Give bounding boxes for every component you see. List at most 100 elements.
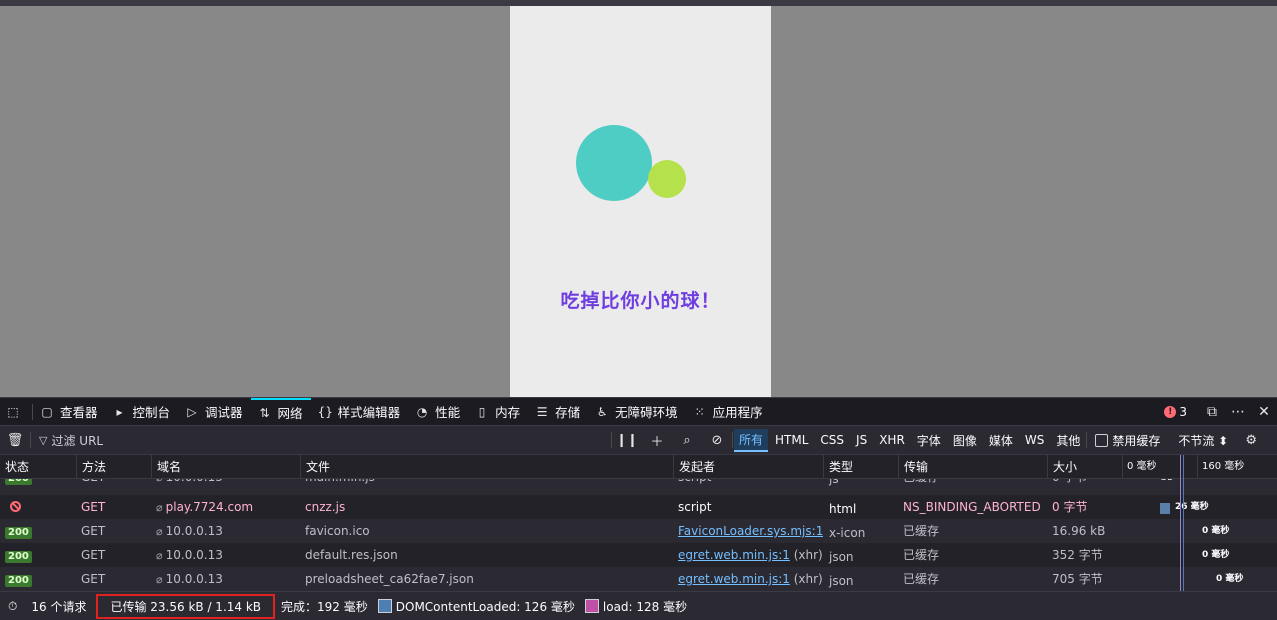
block-urls-button[interactable]: ⊘ — [702, 433, 732, 448]
checkbox-box — [1095, 433, 1109, 447]
tab-inspector[interactable]: ▢ 查看器 — [33, 398, 106, 426]
tab-debugger[interactable]: ▷ 调试器 — [178, 398, 251, 426]
devtools-tabbar: ⬚ ▢ 查看器 ▸ 控制台 ▷ 调试器 ⇅ 网络 {} 样式编辑器 ◔ 性能 ▯ 内存 ☰ 存储… — [0, 397, 1277, 426]
cell-size: 0 字节 — [1047, 479, 1122, 489]
disable-cache-checkbox[interactable]: 禁用缓存 — [1095, 432, 1160, 449]
load-timing-line — [1180, 455, 1181, 591]
type-filter-1[interactable]: HTML — [770, 431, 813, 449]
domain-text: 10.0.0.13 — [165, 524, 223, 538]
insecure-lock-icon: ⌀ — [156, 573, 163, 586]
type-filter-2[interactable]: CSS — [815, 431, 849, 449]
type-filter-7[interactable]: 媒体 — [984, 430, 1018, 451]
cell-initiator: script — [678, 500, 712, 514]
waterfall-timing: 0 毫秒 — [1216, 574, 1244, 584]
small-ball — [648, 160, 686, 198]
domain-text: 10.0.0.13 — [166, 479, 223, 484]
debugger-icon: ▷ — [187, 404, 197, 419]
add-request-button[interactable]: ＋ — [642, 431, 672, 450]
network-settings-button[interactable]: ⚙ — [1236, 433, 1266, 448]
cell-status: 200 — [0, 567, 76, 591]
initiator-link[interactable]: egret.web.min.js:1 — [678, 548, 790, 562]
type-filter-8[interactable]: WS — [1020, 431, 1049, 449]
element-picker-button[interactable]: ⬚ — [0, 398, 32, 426]
cell-method: GET — [81, 500, 106, 514]
status-badge: 200 — [5, 551, 32, 563]
tab-memory[interactable]: ▯ 内存 — [468, 398, 528, 426]
load-time: load: 128 毫秒 — [584, 598, 687, 615]
type-filter-9[interactable]: 其他 — [1051, 430, 1085, 451]
type-filter-4[interactable]: XHR — [874, 431, 910, 449]
column-initiator[interactable]: 发起者 — [673, 455, 823, 479]
filter-url-input[interactable]: ▽ 过滤 URL — [31, 432, 611, 449]
insecure-lock-icon: ⌀ — [156, 501, 163, 514]
type-filter-0[interactable]: 所有 — [734, 428, 769, 452]
column-method[interactable]: 方法 — [76, 455, 151, 479]
clear-requests-button[interactable]: 🗑 — [0, 433, 30, 448]
table-row[interactable]: 200 GET ⌀ 10.0.0.13 preloadsheet_ca62fae7.js… — [0, 567, 1277, 591]
initiator-link[interactable]: egret.web.min.js:1 — [678, 572, 790, 586]
tab-style-editor[interactable]: {} 样式编辑器 — [311, 398, 409, 426]
dom-content-loaded: DOMContentLoaded: 126 毫秒 — [377, 598, 575, 615]
request-type-filters: 所有 HTML CSS JS XHR 字体 图像 媒体 WS 其他 — [733, 428, 1086, 452]
cell-domain: ⌀10.0.0.13 — [151, 543, 300, 567]
waterfall-timing: 0 毫秒 — [1148, 479, 1175, 489]
close-icon[interactable]: ✕ — [1251, 404, 1277, 420]
insecure-lock-icon: ⌀ — [156, 549, 163, 562]
cell-size: 0 字节 — [1052, 500, 1088, 514]
waterfall-timing: 0 毫秒 — [1202, 526, 1230, 536]
tab-accessibility[interactable]: ♿ 无障碍环境 — [588, 398, 686, 426]
network-statusbar: ⏱ 16 个请求 已传输 23.56 kB / 1.14 kB 完成：192 毫… — [0, 591, 1277, 620]
tab-performance[interactable]: ◔ 性能 — [408, 398, 468, 426]
cell-method: GET — [81, 548, 106, 562]
requests-table-header: 状态 方法 域名 文件 发起者 类型 传输 大小 0 毫秒 160 毫秒 — [0, 455, 1277, 479]
tab-network[interactable]: ⇅ 网络 — [250, 397, 311, 426]
initiator-suffix: (xhr) — [789, 548, 823, 562]
waterfall-tick: 0 毫秒 — [1127, 461, 1157, 472]
table-row[interactable]: 200GET⌀10.0.0.13main.min.jsscriptjs已缓存0 … — [0, 479, 1277, 489]
column-type[interactable]: 类型 — [823, 455, 898, 479]
game-canvas[interactable]: 吃掉比你小的球！ — [510, 6, 771, 397]
throttle-select[interactable]: 不节流 ⬍ — [1178, 432, 1228, 449]
timer-icon: ⏱ — [8, 598, 18, 613]
column-waterfall[interactable]: 0 毫秒 160 毫秒 — [1122, 455, 1277, 479]
cell-initiator: FaviconLoader.sys.mjs:17... — [673, 519, 823, 543]
cell-method: GET — [76, 479, 151, 489]
pause-icon: ❙❙ — [616, 432, 638, 448]
tab-storage[interactable]: ☰ 存储 — [528, 398, 588, 426]
tab-application[interactable]: ⁙ 应用程序 — [686, 398, 771, 426]
console-icon: ▸ — [116, 404, 123, 419]
application-icon: ⁙ — [694, 404, 705, 419]
type-filter-5[interactable]: 字体 — [912, 430, 946, 451]
table-row[interactable]: 200 GET ⌀ 10.0.0.13 default.res.json egret.we… — [0, 543, 1277, 567]
error-count-badge[interactable]: ! 3 — [1164, 405, 1187, 419]
status-badge: 200 — [5, 527, 32, 539]
table-row[interactable]: GET ⌀ play.7724.com cnzz.js script html NS_BIN… — [0, 495, 1277, 519]
status-badge: 200 — [5, 479, 32, 485]
cell-initiator: egret.web.min.js:1 (xhr) — [673, 543, 823, 567]
tab-console[interactable]: ▸ 控制台 — [106, 398, 179, 426]
game-title: 吃掉比你小的球！ — [560, 290, 721, 312]
search-button[interactable]: ⌕ — [672, 433, 702, 448]
player-ball — [576, 125, 652, 201]
pause-button[interactable]: ❙❙ — [612, 433, 642, 448]
cell-size: 705 字节 — [1052, 572, 1103, 586]
table-row[interactable]: 200 GET ⌀ 10.0.0.13 favicon.ico FaviconLoader… — [0, 519, 1277, 543]
domain-text: 10.0.0.13 — [165, 548, 223, 562]
dock-toggle-icon[interactable]: ⧉ — [1199, 404, 1225, 420]
domain-text: play.7724.com — [165, 500, 254, 514]
column-domain[interactable]: 域名 — [151, 455, 300, 479]
more-options-icon[interactable]: ⋯ — [1225, 404, 1251, 420]
cell-size: 16.96 kB — [1052, 524, 1106, 538]
column-transferred[interactable]: 传输 — [898, 455, 1047, 479]
network-icon: ⇅ — [259, 405, 270, 420]
type-filter-3[interactable]: JS — [851, 431, 872, 449]
trash-icon: 🗑 — [6, 432, 24, 448]
cell-method: GET — [81, 572, 106, 586]
initiator-link[interactable]: FaviconLoader.sys.mjs:17... — [678, 524, 823, 538]
column-file[interactable]: 文件 — [300, 455, 673, 479]
cell-file: cnzz.js — [305, 500, 346, 514]
type-filter-6[interactable]: 图像 — [948, 430, 982, 451]
column-size[interactable]: 大小 — [1047, 455, 1122, 479]
cell-domain: ⌀10.0.0.13 — [151, 519, 300, 543]
column-status[interactable]: 状态 — [0, 455, 76, 479]
